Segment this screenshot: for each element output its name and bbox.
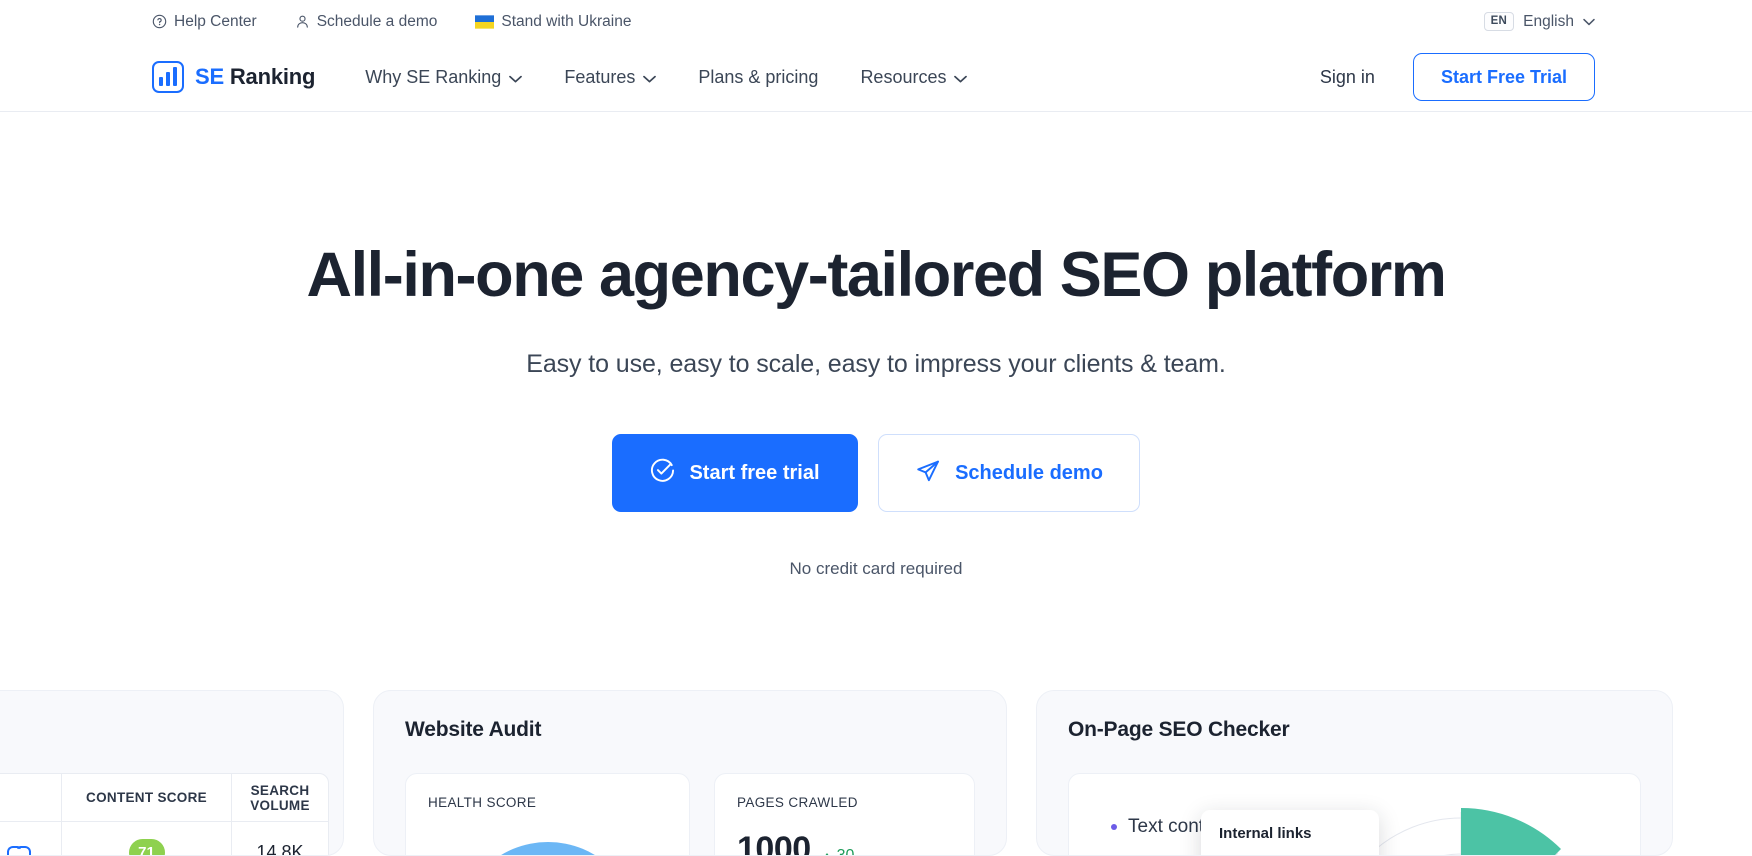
table-cell-search-volume: 14.8K [256,841,304,856]
website-audit-title: Website Audit [405,718,542,741]
keyword-table-header: CONTENT SCORE SEARCH VOLUME [0,774,328,822]
check-circle-icon [650,458,675,487]
main-navigation: SE Ranking Why SE Ranking Features Plans… [0,43,1752,112]
utility-link-help-center[interactable]: Help Center [152,14,257,30]
nav-item-why-se-ranking[interactable]: Why SE Ranking [365,67,523,87]
hero-section: All-in-one agency-tailored SEO platform … [0,112,1752,579]
utility-link-stand-with-ukraine[interactable]: Stand with Ukraine [475,14,631,30]
logo-home-link[interactable]: SE Ranking [152,61,315,93]
hero-secondary-cta-label: Schedule demo [955,461,1103,484]
caret-up-icon [821,852,832,855]
hero-schedule-demo-button[interactable]: Schedule demo [878,433,1140,512]
language-selector-wrap: EN English [1483,11,1595,32]
hero-start-free-trial-button[interactable]: Start free trial [612,433,858,512]
user-icon [295,14,310,29]
no-credit-card-note: No credit card required [789,558,963,578]
keyword-card: CONTENT SCORE SEARCH VOLUME 71 14.8K [0,690,344,856]
nav-items: Why SE Ranking Features Plans & pricing … [365,67,968,87]
chevron-down-icon [509,68,523,86]
utility-link-label: Help Center [174,12,257,30]
bullet-icon [1111,824,1117,830]
pages-crawled-label: PAGES CRAWLED [737,795,858,810]
nav-item-label: Plans & pricing [698,67,819,87]
feature-cards-strip: CONTENT SCORE SEARCH VOLUME 71 14.8K Web… [0,690,1752,856]
health-score-label: HEALTH SCORE [428,795,537,810]
pages-crawled-delta: 30 [821,847,855,856]
nav-item-label: Resources [860,67,947,87]
language-name: English [1523,12,1574,30]
table-col-icon [0,774,62,821]
pages-crawled-value-row: 1000 30 [737,829,952,856]
link-icon [6,845,31,855]
bar-chart-logo-icon [152,61,184,93]
nav-actions: Sign in Start Free Trial [1320,53,1595,101]
tooltip-title: Internal links [1219,825,1312,842]
page-title: All-in-one agency-tailored SEO platform [306,240,1446,310]
website-audit-panels: HEALTH SCORE PAGES CRAWLED 1000 30 [405,773,975,856]
nav-item-plans-pricing[interactable]: Plans & pricing [698,68,818,86]
start-free-trial-button[interactable]: Start Free Trial [1412,53,1595,101]
internal-links-tooltip: Internal links Total checks: 4 [1201,810,1379,855]
table-cell-content-score: 71 [62,822,232,855]
paper-plane-icon [915,458,941,488]
utility-bar: Help Center Schedule a demo Stand with U… [0,0,1752,43]
chevron-down-icon [643,68,657,86]
utility-link-label: Schedule a demo [316,12,438,30]
nav-item-label: Features [564,67,636,87]
language-code-badge: EN [1483,11,1515,32]
onpage-seo-checker-title: On-Page SEO Checker [1068,718,1290,741]
onpage-seo-checker-card: On-Page SEO Checker Text content Interna… [1036,690,1673,856]
ukraine-flag-icon [475,14,495,29]
table-col-search-volume: SEARCH VOLUME [250,782,310,813]
chevron-down-icon [954,68,968,86]
nav-item-resources[interactable]: Resources [860,67,968,87]
brand-wordmark: SE Ranking [195,66,315,88]
help-circle-icon [152,14,167,29]
page-root: Help Center Schedule a demo Stand with U… [0,0,1752,856]
hero-primary-cta-label: Start free trial [689,461,820,484]
website-audit-card: Website Audit HEALTH SCORE PAGES CRAWLED… [373,690,1007,856]
table-cell-icon [0,822,62,855]
pages-crawled-panel: PAGES CRAWLED 1000 30 [714,773,975,856]
health-score-panel: HEALTH SCORE [405,773,690,855]
brand-se: SE [195,64,224,89]
onpage-checker-panel: Text content Internal links Internal lin… [1068,773,1641,855]
table-col-content-score: CONTENT SCORE [62,774,232,821]
sign-in-link[interactable]: Sign in [1320,67,1375,88]
chevron-down-icon [1583,13,1595,31]
pages-crawled-delta-value: 30 [836,847,855,856]
health-score-gauge [418,804,677,855]
utility-link-label: Stand with Ukraine [501,12,632,30]
utility-links: Help Center Schedule a demo Stand with U… [152,14,631,30]
language-selector[interactable]: EN English [1483,11,1595,32]
utility-link-schedule-demo[interactable]: Schedule a demo [295,12,438,30]
hero-subtitle: Easy to use, easy to scale, easy to impr… [526,349,1226,378]
hero-cta-row: Start free trial Schedule demo [0,433,1752,512]
brand-ranking: Ranking [223,64,316,89]
table-row: 71 14.8K [0,822,328,856]
nav-item-label: Why SE Ranking [365,67,502,87]
content-score-badge: 71 [128,838,165,855]
nav-item-features[interactable]: Features [564,67,657,87]
pages-crawled-value: 1000 [737,829,811,856]
keyword-table: CONTENT SCORE SEARCH VOLUME 71 14.8K [0,773,329,856]
